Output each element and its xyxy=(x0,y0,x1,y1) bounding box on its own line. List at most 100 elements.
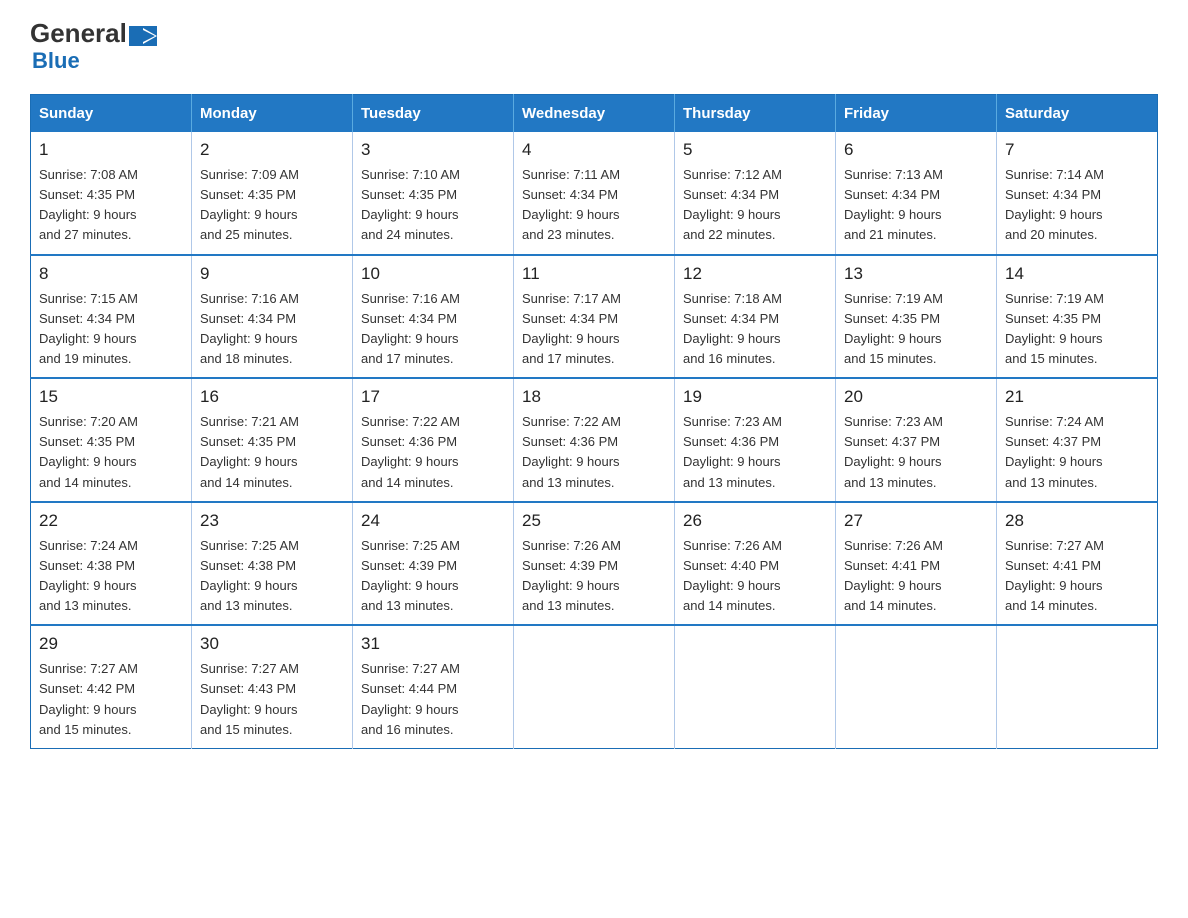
calendar-cell: 12 Sunrise: 7:18 AM Sunset: 4:34 PM Dayl… xyxy=(675,255,836,379)
calendar-cell: 29 Sunrise: 7:27 AM Sunset: 4:42 PM Dayl… xyxy=(31,625,192,748)
day-number: 25 xyxy=(522,511,666,531)
logo-general-text: General xyxy=(30,20,127,46)
calendar-cell: 13 Sunrise: 7:19 AM Sunset: 4:35 PM Dayl… xyxy=(836,255,997,379)
day-number: 18 xyxy=(522,387,666,407)
calendar-cell: 28 Sunrise: 7:27 AM Sunset: 4:41 PM Dayl… xyxy=(997,502,1158,626)
calendar-cell: 15 Sunrise: 7:20 AM Sunset: 4:35 PM Dayl… xyxy=(31,378,192,502)
day-number: 27 xyxy=(844,511,988,531)
calendar-cell xyxy=(514,625,675,748)
calendar-cell xyxy=(997,625,1158,748)
calendar-week-1: 1 Sunrise: 7:08 AM Sunset: 4:35 PM Dayli… xyxy=(31,132,1158,255)
column-header-tuesday: Tuesday xyxy=(353,95,514,133)
day-number: 16 xyxy=(200,387,344,407)
day-info: Sunrise: 7:16 AM Sunset: 4:34 PM Dayligh… xyxy=(361,289,505,370)
day-info: Sunrise: 7:19 AM Sunset: 4:35 PM Dayligh… xyxy=(1005,289,1149,370)
day-info: Sunrise: 7:20 AM Sunset: 4:35 PM Dayligh… xyxy=(39,412,183,493)
calendar-cell: 24 Sunrise: 7:25 AM Sunset: 4:39 PM Dayl… xyxy=(353,502,514,626)
logo: General Blue xyxy=(30,20,159,74)
day-number: 28 xyxy=(1005,511,1149,531)
calendar-cell: 7 Sunrise: 7:14 AM Sunset: 4:34 PM Dayli… xyxy=(997,132,1158,255)
column-header-saturday: Saturday xyxy=(997,95,1158,133)
day-info: Sunrise: 7:21 AM Sunset: 4:35 PM Dayligh… xyxy=(200,412,344,493)
day-number: 5 xyxy=(683,140,827,160)
day-info: Sunrise: 7:26 AM Sunset: 4:39 PM Dayligh… xyxy=(522,536,666,617)
day-number: 6 xyxy=(844,140,988,160)
day-info: Sunrise: 7:22 AM Sunset: 4:36 PM Dayligh… xyxy=(361,412,505,493)
calendar-cell: 18 Sunrise: 7:22 AM Sunset: 4:36 PM Dayl… xyxy=(514,378,675,502)
calendar-cell: 31 Sunrise: 7:27 AM Sunset: 4:44 PM Dayl… xyxy=(353,625,514,748)
day-number: 15 xyxy=(39,387,183,407)
day-info: Sunrise: 7:23 AM Sunset: 4:36 PM Dayligh… xyxy=(683,412,827,493)
day-info: Sunrise: 7:18 AM Sunset: 4:34 PM Dayligh… xyxy=(683,289,827,370)
day-info: Sunrise: 7:23 AM Sunset: 4:37 PM Dayligh… xyxy=(844,412,988,493)
day-info: Sunrise: 7:14 AM Sunset: 4:34 PM Dayligh… xyxy=(1005,165,1149,246)
calendar-cell: 22 Sunrise: 7:24 AM Sunset: 4:38 PM Dayl… xyxy=(31,502,192,626)
day-info: Sunrise: 7:27 AM Sunset: 4:41 PM Dayligh… xyxy=(1005,536,1149,617)
day-number: 20 xyxy=(844,387,988,407)
day-info: Sunrise: 7:19 AM Sunset: 4:35 PM Dayligh… xyxy=(844,289,988,370)
calendar-cell: 30 Sunrise: 7:27 AM Sunset: 4:43 PM Dayl… xyxy=(192,625,353,748)
day-number: 29 xyxy=(39,634,183,654)
column-header-friday: Friday xyxy=(836,95,997,133)
column-header-monday: Monday xyxy=(192,95,353,133)
day-number: 31 xyxy=(361,634,505,654)
day-number: 21 xyxy=(1005,387,1149,407)
day-number: 17 xyxy=(361,387,505,407)
calendar-cell: 14 Sunrise: 7:19 AM Sunset: 4:35 PM Dayl… xyxy=(997,255,1158,379)
column-header-wednesday: Wednesday xyxy=(514,95,675,133)
calendar-cell: 8 Sunrise: 7:15 AM Sunset: 4:34 PM Dayli… xyxy=(31,255,192,379)
calendar-cell: 20 Sunrise: 7:23 AM Sunset: 4:37 PM Dayl… xyxy=(836,378,997,502)
day-info: Sunrise: 7:24 AM Sunset: 4:38 PM Dayligh… xyxy=(39,536,183,617)
column-header-sunday: Sunday xyxy=(31,95,192,133)
calendar-cell: 9 Sunrise: 7:16 AM Sunset: 4:34 PM Dayli… xyxy=(192,255,353,379)
day-info: Sunrise: 7:15 AM Sunset: 4:34 PM Dayligh… xyxy=(39,289,183,370)
calendar-table: SundayMondayTuesdayWednesdayThursdayFrid… xyxy=(30,94,1158,749)
calendar-cell: 11 Sunrise: 7:17 AM Sunset: 4:34 PM Dayl… xyxy=(514,255,675,379)
day-number: 7 xyxy=(1005,140,1149,160)
day-number: 13 xyxy=(844,264,988,284)
day-info: Sunrise: 7:26 AM Sunset: 4:41 PM Dayligh… xyxy=(844,536,988,617)
day-number: 23 xyxy=(200,511,344,531)
calendar-header-row: SundayMondayTuesdayWednesdayThursdayFrid… xyxy=(31,95,1158,133)
day-info: Sunrise: 7:25 AM Sunset: 4:39 PM Dayligh… xyxy=(361,536,505,617)
day-number: 2 xyxy=(200,140,344,160)
day-number: 14 xyxy=(1005,264,1149,284)
calendar-cell: 23 Sunrise: 7:25 AM Sunset: 4:38 PM Dayl… xyxy=(192,502,353,626)
day-number: 1 xyxy=(39,140,183,160)
calendar-cell: 26 Sunrise: 7:26 AM Sunset: 4:40 PM Dayl… xyxy=(675,502,836,626)
day-number: 8 xyxy=(39,264,183,284)
day-info: Sunrise: 7:10 AM Sunset: 4:35 PM Dayligh… xyxy=(361,165,505,246)
day-info: Sunrise: 7:11 AM Sunset: 4:34 PM Dayligh… xyxy=(522,165,666,246)
day-info: Sunrise: 7:25 AM Sunset: 4:38 PM Dayligh… xyxy=(200,536,344,617)
calendar-cell: 21 Sunrise: 7:24 AM Sunset: 4:37 PM Dayl… xyxy=(997,378,1158,502)
calendar-cell: 19 Sunrise: 7:23 AM Sunset: 4:36 PM Dayl… xyxy=(675,378,836,502)
column-header-thursday: Thursday xyxy=(675,95,836,133)
day-number: 9 xyxy=(200,264,344,284)
day-number: 12 xyxy=(683,264,827,284)
calendar-cell: 10 Sunrise: 7:16 AM Sunset: 4:34 PM Dayl… xyxy=(353,255,514,379)
calendar-week-2: 8 Sunrise: 7:15 AM Sunset: 4:34 PM Dayli… xyxy=(31,255,1158,379)
day-info: Sunrise: 7:12 AM Sunset: 4:34 PM Dayligh… xyxy=(683,165,827,246)
day-info: Sunrise: 7:13 AM Sunset: 4:34 PM Dayligh… xyxy=(844,165,988,246)
day-info: Sunrise: 7:27 AM Sunset: 4:43 PM Dayligh… xyxy=(200,659,344,740)
calendar-week-3: 15 Sunrise: 7:20 AM Sunset: 4:35 PM Dayl… xyxy=(31,378,1158,502)
calendar-cell xyxy=(675,625,836,748)
calendar-cell: 25 Sunrise: 7:26 AM Sunset: 4:39 PM Dayl… xyxy=(514,502,675,626)
calendar-cell: 6 Sunrise: 7:13 AM Sunset: 4:34 PM Dayli… xyxy=(836,132,997,255)
logo-flag-icon xyxy=(129,26,157,46)
logo-blue-text: Blue xyxy=(30,48,80,74)
day-number: 26 xyxy=(683,511,827,531)
calendar-cell: 4 Sunrise: 7:11 AM Sunset: 4:34 PM Dayli… xyxy=(514,132,675,255)
calendar-cell: 16 Sunrise: 7:21 AM Sunset: 4:35 PM Dayl… xyxy=(192,378,353,502)
page-header: General Blue xyxy=(30,20,1158,74)
day-info: Sunrise: 7:16 AM Sunset: 4:34 PM Dayligh… xyxy=(200,289,344,370)
day-info: Sunrise: 7:09 AM Sunset: 4:35 PM Dayligh… xyxy=(200,165,344,246)
day-info: Sunrise: 7:17 AM Sunset: 4:34 PM Dayligh… xyxy=(522,289,666,370)
calendar-week-4: 22 Sunrise: 7:24 AM Sunset: 4:38 PM Dayl… xyxy=(31,502,1158,626)
calendar-week-5: 29 Sunrise: 7:27 AM Sunset: 4:42 PM Dayl… xyxy=(31,625,1158,748)
calendar-cell xyxy=(836,625,997,748)
calendar-cell: 2 Sunrise: 7:09 AM Sunset: 4:35 PM Dayli… xyxy=(192,132,353,255)
calendar-cell: 1 Sunrise: 7:08 AM Sunset: 4:35 PM Dayli… xyxy=(31,132,192,255)
day-number: 4 xyxy=(522,140,666,160)
day-info: Sunrise: 7:08 AM Sunset: 4:35 PM Dayligh… xyxy=(39,165,183,246)
